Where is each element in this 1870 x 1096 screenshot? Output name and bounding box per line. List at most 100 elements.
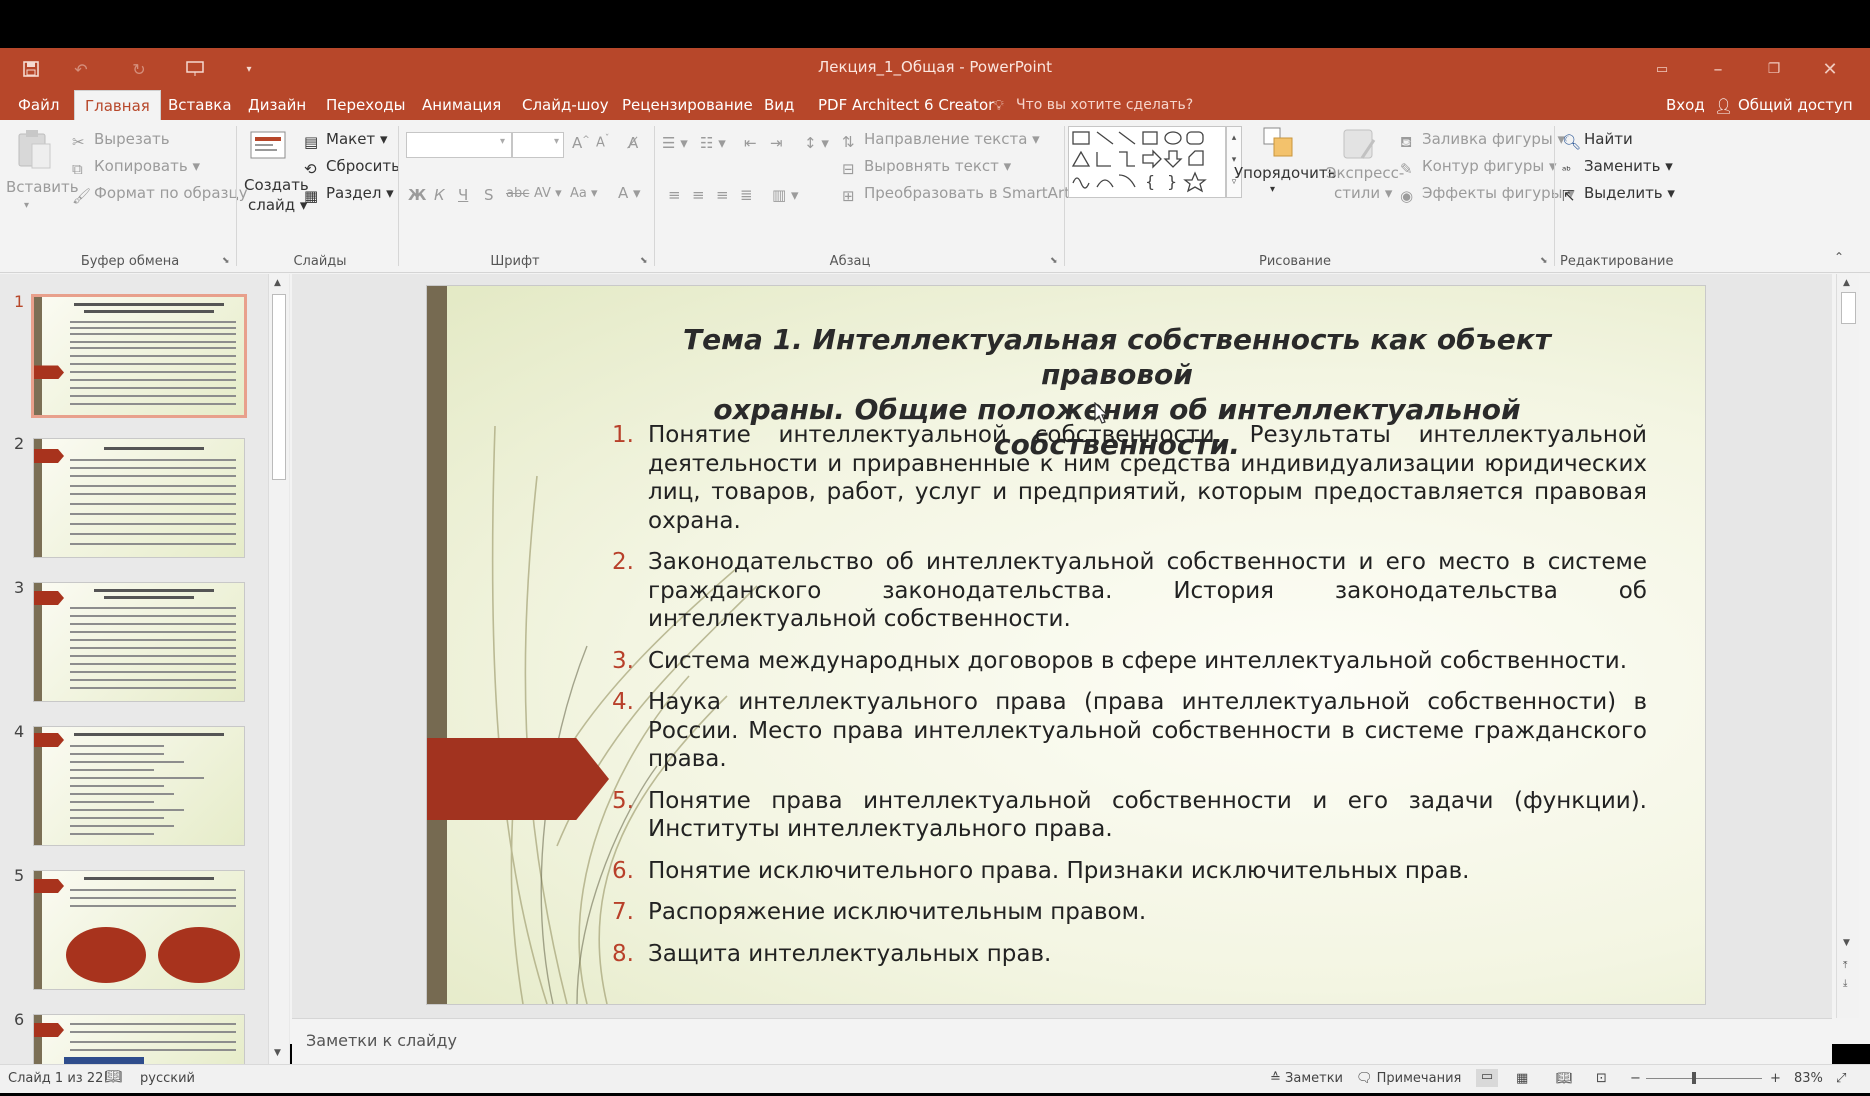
shape-fill-button[interactable]: ⛾ Заливка фигуры ▾: [1400, 130, 1565, 151]
new-slide-icon[interactable]: [248, 128, 288, 168]
arrange-button[interactable]: Упорядочить: [1234, 164, 1336, 182]
shapes-gallery-scroll[interactable]: ▴ ▾ ▿: [1226, 126, 1242, 198]
columns-icon[interactable]: ▥ ▾: [772, 186, 798, 204]
slide-content-list[interactable]: 1. Понятие интеллектуальной собственности…: [612, 421, 1647, 981]
strikethrough-icon[interactable]: abc: [506, 186, 529, 201]
notes-toggle-button[interactable]: ≙ Заметки: [1270, 1071, 1343, 1086]
increase-indent-icon[interactable]: ⇥: [770, 134, 783, 152]
tab-view[interactable]: Вид: [754, 90, 804, 120]
replace-button[interactable]: ᵃᵇ Заменить ▾: [1562, 157, 1673, 180]
font-color-icon[interactable]: A ▾: [618, 184, 641, 202]
scroll-up-icon[interactable]: ▲: [274, 278, 281, 288]
character-spacing-icon[interactable]: AV ▾: [534, 186, 562, 201]
font-name-dropdown-icon[interactable]: ▾: [500, 136, 505, 147]
ribbon-display-options-icon[interactable]: ▭: [1634, 48, 1690, 90]
normal-view-icon[interactable]: ▭: [1476, 1069, 1498, 1087]
align-right-icon[interactable]: ≡: [716, 186, 729, 204]
layout-button[interactable]: ▤ Макет ▾: [304, 130, 387, 151]
scroll-thumb[interactable]: [1841, 292, 1856, 324]
tab-review[interactable]: Рецензирование: [612, 90, 763, 120]
close-icon[interactable]: ✕: [1802, 48, 1858, 90]
find-button[interactable]: 🔍︎ Найти: [1562, 130, 1633, 151]
tab-design[interactable]: Дизайн: [238, 90, 316, 120]
reading-view-icon[interactable]: 📖︎: [1556, 1071, 1573, 1086]
format-painter-button[interactable]: 🖌︎ Формат по образцу: [72, 184, 248, 205]
slide-thumbnail-6[interactable]: [33, 1014, 245, 1069]
tab-slideshow[interactable]: Слайд-шоу: [512, 90, 619, 120]
align-center-icon[interactable]: ≡: [692, 186, 705, 204]
paste-button[interactable]: Вставить: [6, 178, 79, 196]
tab-transitions[interactable]: Переходы: [316, 90, 416, 120]
align-text-button[interactable]: ⊟ Выровнять текст ▾: [842, 157, 1011, 178]
text-direction-button[interactable]: ⇅ Направление текста ▾: [842, 130, 1040, 151]
slide-scrollbar[interactable]: ▲ ▼ ⤒ ⤓: [1836, 274, 1859, 1018]
paste-icon[interactable]: [14, 128, 54, 172]
slide-1[interactable]: Тема 1. Интеллектуальная собственность к…: [426, 285, 1706, 1005]
scroll-thumb[interactable]: [272, 294, 286, 480]
notes-pane[interactable]: Заметки к слайду: [292, 1018, 1832, 1065]
decrease-indent-icon[interactable]: ⇤: [744, 134, 757, 152]
quick-styles-button-line2[interactable]: стили ▾: [1334, 184, 1392, 202]
select-button[interactable]: ⇱ Выделить ▾: [1562, 184, 1675, 205]
language-indicator[interactable]: русский: [140, 1071, 195, 1086]
font-name-input[interactable]: [406, 132, 512, 158]
shape-outline-button[interactable]: ✎ Контур фигуры ▾: [1400, 157, 1557, 178]
paragraph-launcher-icon[interactable]: ⬊: [1050, 256, 1058, 266]
next-slide-icon[interactable]: ⤓: [1843, 978, 1847, 989]
minimize-icon[interactable]: –: [1690, 48, 1746, 90]
arrange-dropdown-icon[interactable]: ▾: [1270, 184, 1275, 195]
tab-insert[interactable]: Вставка: [158, 90, 242, 120]
justify-icon[interactable]: ≣: [740, 186, 753, 204]
clipboard-launcher-icon[interactable]: ⬊: [222, 256, 230, 266]
scroll-down-icon[interactable]: ▼: [1843, 938, 1850, 948]
decrease-font-icon[interactable]: Aˇ: [596, 134, 609, 150]
arrange-icon[interactable]: [1262, 126, 1296, 164]
zoom-slider-thumb[interactable]: [1692, 1072, 1696, 1084]
bold-icon[interactable]: Ж: [408, 186, 426, 204]
italic-icon[interactable]: К: [434, 186, 445, 204]
copy-button[interactable]: ⧉ Копировать ▾: [72, 157, 200, 178]
zoom-in-icon[interactable]: +: [1770, 1071, 1781, 1086]
underline-icon[interactable]: Ч: [458, 186, 468, 204]
new-slide-button-line2[interactable]: слайд ▾: [248, 196, 307, 214]
tab-animation[interactable]: Анимация: [412, 90, 511, 120]
zoom-slider[interactable]: [1646, 1072, 1762, 1084]
tab-file[interactable]: Файл: [8, 90, 69, 120]
slide-sorter-icon[interactable]: ▦: [1516, 1071, 1528, 1086]
spellcheck-icon[interactable]: 📖︎: [104, 1069, 122, 1085]
comments-toggle-button[interactable]: 🗨︎ Примечания: [1356, 1071, 1461, 1086]
slide-thumbnail-2[interactable]: [33, 438, 245, 558]
quick-styles-icon[interactable]: [1340, 126, 1380, 166]
change-case-icon[interactable]: Aa ▾: [570, 186, 598, 201]
increase-font-icon[interactable]: A^: [572, 134, 590, 152]
slide-thumbnail-1[interactable]: [31, 294, 247, 418]
zoom-level[interactable]: 83%: [1794, 1071, 1823, 1086]
font-size-dropdown-icon[interactable]: ▾: [554, 136, 559, 147]
fit-to-window-icon[interactable]: ⤢: [1836, 1071, 1846, 1086]
tell-me-search[interactable]: Что вы хотите сделать?: [1006, 90, 1203, 120]
shapes-gallery[interactable]: { }: [1068, 126, 1226, 198]
shape-effects-button[interactable]: ◉ Эффекты фигуры ▾: [1400, 184, 1575, 205]
zoom-out-icon[interactable]: −: [1630, 1071, 1641, 1086]
slideshow-view-icon[interactable]: ⊡: [1596, 1071, 1607, 1086]
bullets-icon[interactable]: ☰ ▾: [662, 134, 688, 152]
previous-slide-icon[interactable]: ⤒: [1843, 960, 1847, 971]
share-button[interactable]: Общий доступ: [1728, 90, 1863, 120]
thumbnails-scrollbar[interactable]: ▲ ▼: [268, 274, 289, 1068]
line-spacing-icon[interactable]: ↕ ▾: [804, 134, 829, 152]
quick-styles-button[interactable]: Экспресс-: [1326, 164, 1404, 182]
reset-button[interactable]: ⟲ Сбросить: [304, 157, 400, 178]
convert-smartart-button[interactable]: ⊞Преобразовать в SmartArt ▾: [842, 184, 1082, 205]
font-launcher-icon[interactable]: ⬊: [640, 256, 648, 266]
new-slide-button[interactable]: Создать: [244, 176, 309, 194]
slide-thumbnail-3[interactable]: [33, 582, 245, 702]
cut-button[interactable]: ✂ Вырезать: [72, 130, 170, 151]
slide-thumbnail-5[interactable]: [33, 870, 245, 990]
tab-pdf-architect[interactable]: PDF Architect 6 Creator: [808, 90, 1004, 120]
paste-dropdown-icon[interactable]: ▾: [24, 200, 29, 211]
tab-home[interactable]: Главная: [74, 90, 161, 122]
section-button[interactable]: ▦ Раздел ▾: [304, 184, 394, 205]
numbering-icon[interactable]: ☷ ▾: [700, 134, 726, 152]
sign-in-link[interactable]: Вход: [1656, 90, 1715, 120]
align-left-icon[interactable]: ≡: [668, 186, 681, 204]
